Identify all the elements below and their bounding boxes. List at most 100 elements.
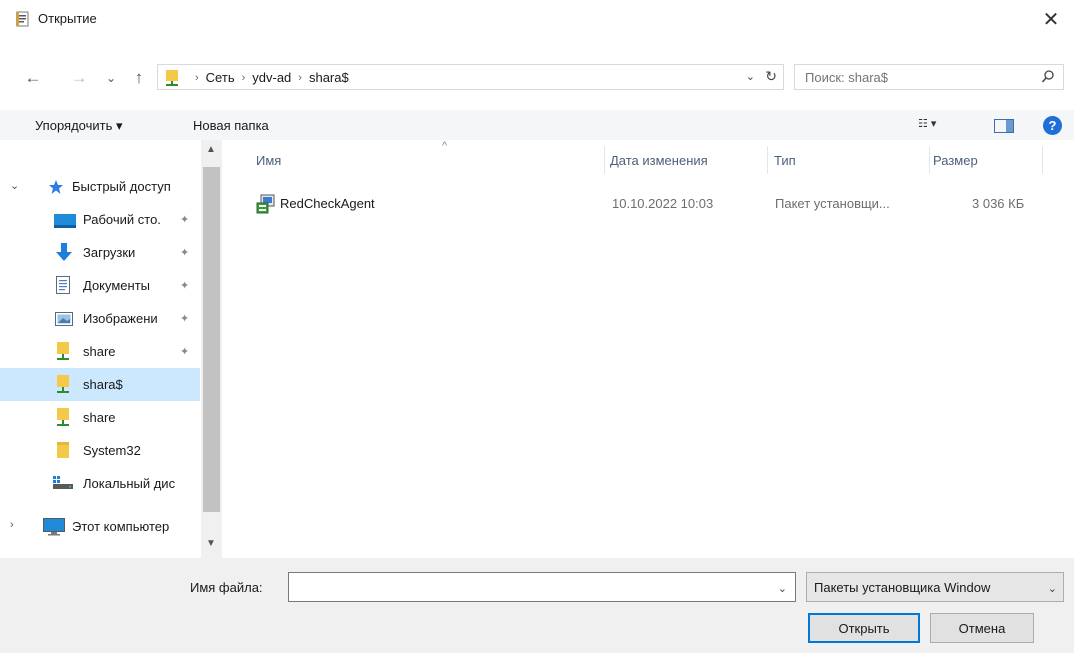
pin-icon: ✦ bbox=[180, 214, 190, 226]
sidebar-item-documents[interactable]: Документы ✦ bbox=[0, 269, 200, 302]
scroll-up-icon[interactable]: ▲ bbox=[206, 144, 216, 155]
sidebar-item-system32[interactable]: System32 bbox=[0, 434, 200, 467]
sidebar-item-label: Документы bbox=[83, 278, 151, 293]
address-history-dropdown[interactable]: ⌄ bbox=[746, 70, 755, 83]
breadcrumb: › Сеть › ydv-ad › shara$ bbox=[188, 70, 349, 85]
network-folder-icon bbox=[57, 408, 69, 426]
chevron-down-icon: ⌄ bbox=[1047, 583, 1057, 595]
sidebar-item-desktop[interactable]: Рабочий сто. ✦ bbox=[0, 203, 200, 236]
help-button[interactable]: ? bbox=[1043, 116, 1062, 135]
title-bar: Открытие ✕ bbox=[0, 0, 1074, 38]
download-icon bbox=[56, 243, 72, 261]
open-button-label: Открыть bbox=[838, 620, 890, 636]
forward-button[interactable]: → bbox=[68, 66, 90, 90]
file-size: 3 036 КБ bbox=[972, 196, 1025, 211]
chevron-down-icon: ⌄ bbox=[105, 71, 117, 85]
filename-combobox[interactable]: ⌄ bbox=[288, 572, 796, 602]
sidebar-item-label: share bbox=[83, 344, 116, 359]
sidebar-item-shara[interactable]: shara$ bbox=[0, 368, 200, 401]
sidebar-item-label: Рабочий сто. bbox=[83, 212, 161, 227]
search-box[interactable] bbox=[794, 64, 1064, 90]
chevron-down-icon[interactable]: ⌄ bbox=[778, 582, 787, 595]
network-folder-icon bbox=[57, 342, 69, 360]
dialog-icon bbox=[16, 11, 29, 27]
address-row: ← → ⌄ ↑ › Сеть › ydv-ad › shara$ ⌄ ↻ bbox=[0, 62, 1074, 94]
column-divider[interactable] bbox=[1042, 146, 1043, 174]
msi-package-icon bbox=[256, 194, 275, 214]
column-header-size[interactable]: Размер bbox=[930, 140, 1042, 180]
pin-icon: ✦ bbox=[180, 346, 190, 358]
file-type-filter-value: Пакеты установщика Window bbox=[814, 580, 991, 595]
back-button[interactable]: ← bbox=[22, 66, 44, 90]
new-folder-button[interactable]: Новая папка bbox=[193, 118, 269, 133]
sidebar-item-quick-access[interactable]: ⌄ Быстрый доступ bbox=[0, 170, 200, 203]
breadcrumb-share[interactable]: shara$ bbox=[309, 70, 349, 85]
sidebar-item-label: Изображени bbox=[83, 311, 158, 326]
search-input[interactable] bbox=[805, 69, 1025, 86]
navigation-pane: ⌄ Быстрый доступ Рабочий сто. ✦ Загрузки… bbox=[0, 140, 222, 558]
file-list: Имя ^ Дата изменения Тип Размер RedCheck… bbox=[222, 140, 1074, 558]
chevron-down-icon[interactable]: ⌄ bbox=[10, 179, 19, 192]
sidebar-item-share-pinned[interactable]: share ✦ bbox=[0, 335, 200, 368]
drive-icon bbox=[53, 476, 73, 489]
breadcrumb-separator: › bbox=[241, 71, 246, 84]
breadcrumb-separator: › bbox=[298, 71, 302, 84]
up-button[interactable]: ↑ bbox=[128, 66, 150, 90]
desktop-icon bbox=[54, 214, 76, 228]
sidebar-item-share[interactable]: share bbox=[0, 401, 200, 434]
file-modified: 10.10.2022 10:03 bbox=[612, 196, 714, 211]
close-icon: ✕ bbox=[1042, 8, 1060, 31]
sidebar-item-local-disk[interactable]: Локальный дис bbox=[0, 467, 200, 500]
organize-button[interactable]: Упорядочить ▾ bbox=[35, 118, 123, 134]
sidebar-item-this-pc[interactable]: › Этот компьютер bbox=[0, 510, 200, 543]
image-icon bbox=[55, 312, 73, 326]
sidebar-item-label: System32 bbox=[83, 443, 141, 458]
preview-pane-button[interactable] bbox=[994, 119, 1014, 133]
refresh-icon[interactable]: ↻ bbox=[765, 68, 777, 85]
sidebar-item-downloads[interactable]: Загрузки ✦ bbox=[0, 236, 200, 269]
breadcrumb-network[interactable]: Сеть bbox=[206, 70, 235, 85]
computer-icon bbox=[43, 518, 65, 536]
chevron-right-icon[interactable]: › bbox=[10, 519, 14, 531]
sort-ascending-icon: ^ bbox=[442, 140, 448, 152]
open-button[interactable]: Открыть bbox=[808, 613, 920, 643]
window-title: Открытие bbox=[38, 11, 97, 26]
star-icon bbox=[49, 180, 63, 194]
sidebar-item-label: shara$ bbox=[83, 377, 123, 392]
filename-input[interactable] bbox=[293, 579, 753, 596]
file-type: Пакет установщи... bbox=[775, 196, 890, 211]
document-icon bbox=[56, 276, 70, 294]
scrollbar-thumb[interactable] bbox=[203, 167, 220, 512]
cancel-button[interactable]: Отмена bbox=[930, 613, 1034, 643]
breadcrumb-host[interactable]: ydv-ad bbox=[252, 70, 291, 85]
sidebar-item-pictures[interactable]: Изображени ✦ bbox=[0, 302, 200, 335]
pin-icon: ✦ bbox=[180, 313, 190, 325]
pin-icon: ✦ bbox=[180, 247, 190, 259]
arrow-right-icon: → bbox=[70, 68, 88, 87]
file-row[interactable]: RedCheckAgent 10.10.2022 10:03 Пакет уст… bbox=[246, 190, 1070, 218]
column-header-label: Размер bbox=[933, 153, 978, 168]
command-bar: Упорядочить ▾ Новая папка ☷ ▾ ? bbox=[0, 110, 1074, 140]
column-header-type[interactable]: Тип bbox=[768, 140, 929, 180]
close-button[interactable]: ✕ bbox=[1028, 0, 1074, 38]
column-header-label: Дата изменения bbox=[610, 153, 708, 168]
recent-locations-button[interactable]: ⌄ bbox=[104, 66, 118, 90]
column-header-date[interactable]: Дата изменения bbox=[605, 140, 767, 180]
file-type-filter[interactable]: Пакеты установщика Window ⌄ bbox=[806, 572, 1064, 602]
arrow-left-icon: ← bbox=[24, 68, 42, 87]
filename-label: Имя файла: bbox=[190, 580, 263, 595]
search-icon bbox=[1041, 70, 1054, 83]
cancel-button-label: Отмена bbox=[958, 620, 1006, 636]
address-bar[interactable]: › Сеть › ydv-ad › shara$ ⌄ ↻ bbox=[157, 64, 784, 90]
sidebar-item-label: Локальный дис bbox=[83, 476, 176, 491]
breadcrumb-separator: › bbox=[195, 71, 199, 84]
column-header-label: Тип bbox=[774, 153, 796, 168]
navigation-scrollbar[interactable]: ▲ ▼ bbox=[201, 140, 222, 558]
column-header-name[interactable]: Имя ^ bbox=[246, 140, 604, 180]
pin-icon: ✦ bbox=[180, 280, 190, 292]
view-options-button[interactable]: ☷ ▾ bbox=[918, 117, 936, 130]
file-name: RedCheckAgent bbox=[280, 196, 375, 211]
scroll-down-icon[interactable]: ▼ bbox=[206, 538, 216, 549]
sidebar-item-label: Быстрый доступ bbox=[72, 179, 171, 194]
dialog-footer: Имя файла: ⌄ Пакеты установщика Window ⌄… bbox=[0, 558, 1074, 653]
